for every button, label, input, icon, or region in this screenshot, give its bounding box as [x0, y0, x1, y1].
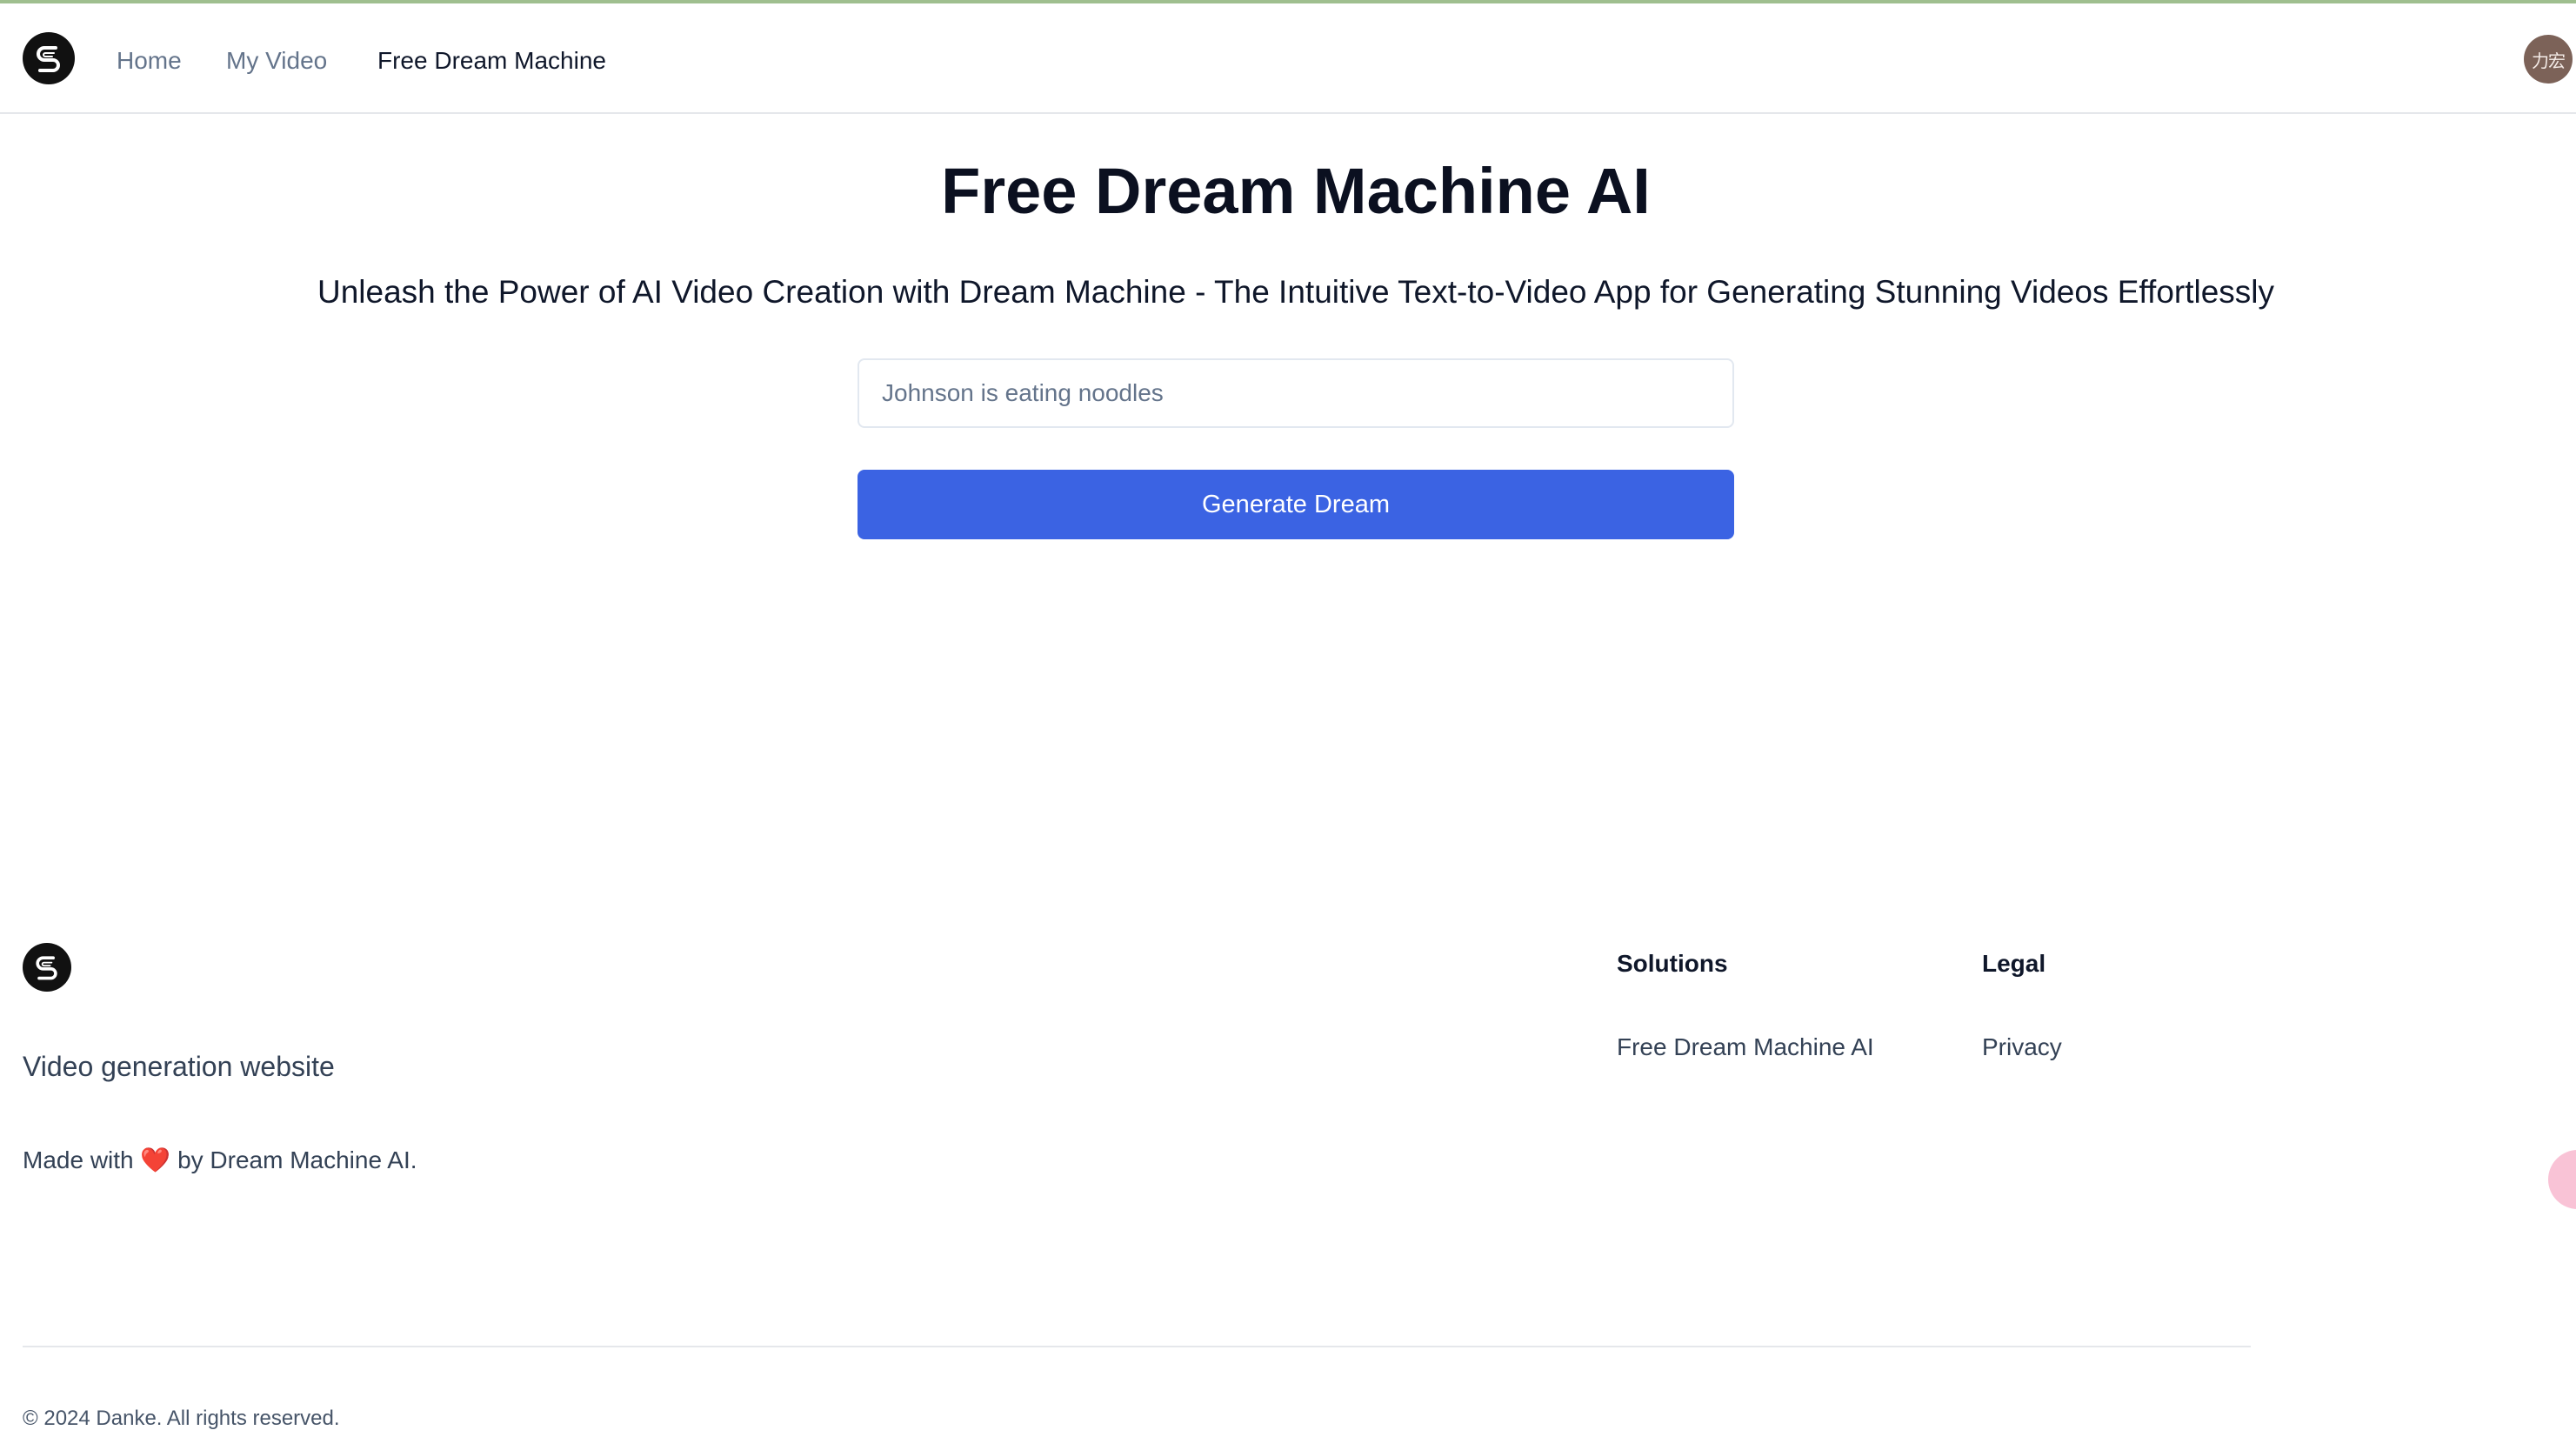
- footer-tagline: Video generation website: [23, 1051, 335, 1082]
- footer-link-free-dream-machine-ai[interactable]: Free Dream Machine AI: [1617, 1032, 1874, 1063]
- footer-made-with: Made with ❤️ by Dream Machine AI.: [23, 1145, 417, 1176]
- footer-legal-heading: Legal: [1982, 950, 2046, 977]
- copyright-text: © 2024 Danke. All rights reserved.: [23, 1407, 340, 1430]
- nav-free-dream-machine[interactable]: Free Dream Machine: [377, 45, 606, 77]
- heart-icon: ❤️: [140, 1146, 171, 1173]
- generate-dream-button[interactable]: Generate Dream: [858, 470, 1734, 539]
- page-subtitle: Unleash the Power of AI Video Creation w…: [317, 274, 2275, 310]
- page-title: Free Dream Machine AI: [941, 155, 1651, 227]
- s-logo-icon: [37, 46, 60, 72]
- footer-divider: [23, 1346, 2251, 1347]
- prompt-input[interactable]: [858, 358, 1734, 428]
- footer-solutions-heading: Solutions: [1617, 950, 1728, 977]
- footer-link-privacy[interactable]: Privacy: [1982, 1032, 2062, 1063]
- footer-logo-icon[interactable]: [23, 943, 71, 992]
- made-with-suffix: by Dream Machine AI.: [177, 1146, 417, 1173]
- nav-home[interactable]: Home: [117, 45, 182, 77]
- s-logo-icon: [36, 956, 57, 980]
- made-with-prefix: Made with: [23, 1146, 134, 1173]
- site-header: Home My Video Free Dream Machine 力宏: [0, 3, 2576, 114]
- floating-widget-button[interactable]: [2548, 1150, 2576, 1209]
- user-avatar[interactable]: 力宏: [2524, 35, 2573, 84]
- site-logo-icon[interactable]: [23, 32, 75, 84]
- nav-my-video[interactable]: My Video: [226, 45, 327, 77]
